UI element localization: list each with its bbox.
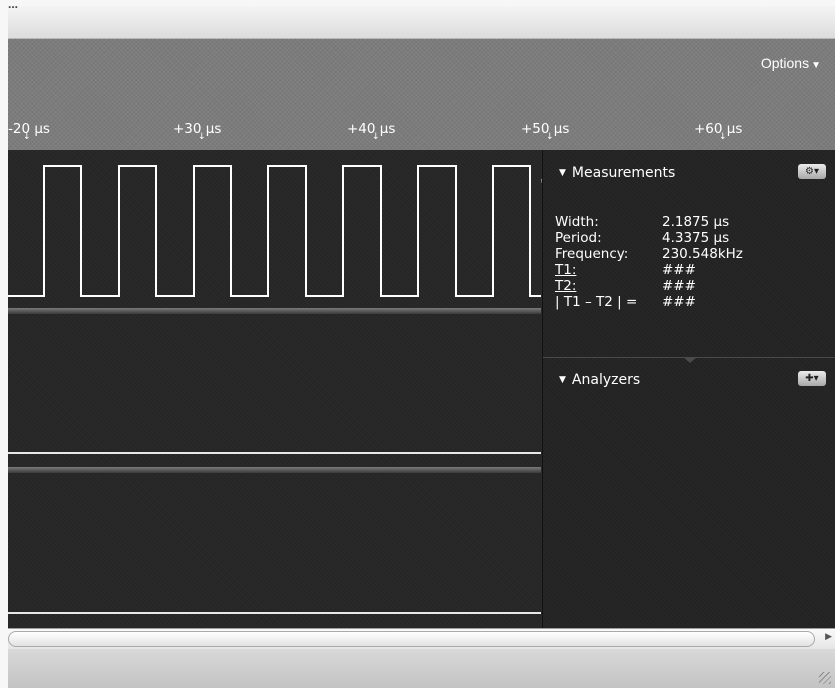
measurement-value: 4.3375 µs xyxy=(662,230,730,246)
horizontal-scrollbar[interactable]: ▶ xyxy=(8,628,835,650)
measurements-title: Measurements xyxy=(571,165,676,181)
scroll-thumb[interactable] xyxy=(8,631,815,647)
options-label: Options xyxy=(760,55,810,71)
channel-2-trace xyxy=(8,612,541,614)
measurement-label: Width: xyxy=(555,214,599,230)
channel-separator xyxy=(8,467,541,473)
tick-arrow-icon: ↓ xyxy=(198,132,206,142)
measurement-label: | T1 – T2 | = xyxy=(555,294,638,310)
t2-link[interactable]: T2: xyxy=(555,278,576,294)
options-button[interactable]: Options ▼ xyxy=(761,55,821,71)
tick-arrow-icon: ↓ xyxy=(372,132,380,142)
tick-arrow-icon: ↓ xyxy=(546,132,554,142)
waveform-plot[interactable] xyxy=(8,150,541,628)
side-panel: ▼ Measurements ⚙▾ Width: 2.1875 µs Period… xyxy=(542,150,835,628)
options-caret-icon: ▼ xyxy=(811,60,821,71)
title-bar: ... xyxy=(8,6,835,39)
gear-icon: ⚙▾ xyxy=(805,166,819,177)
window-title: ... xyxy=(8,6,18,11)
measurement-label: Frequency: xyxy=(555,246,629,262)
divider-notch xyxy=(683,357,697,363)
measurement-value: ### xyxy=(662,262,696,278)
channel-1-trace xyxy=(8,452,541,454)
measurements-settings-button[interactable]: ⚙▾ xyxy=(798,164,826,179)
measurement-label: Period: xyxy=(555,230,602,246)
plus-icon: ✚▾ xyxy=(805,373,819,384)
scroll-right-arrow-icon[interactable]: ▶ xyxy=(825,632,832,642)
channel-0-waveform xyxy=(8,165,541,297)
timeline-header: Options ▼ -20 µs ↓ +30 µs ↓ +40 µs ↓ +50 … xyxy=(8,39,835,183)
analyzers-title: Analyzers xyxy=(571,372,641,388)
bottom-bar xyxy=(8,649,835,688)
measurement-value: 2.1875 µs xyxy=(662,214,730,230)
app-window: ... Options▼ -20 µs ↓ +30 µs ↓ +40 µs ↓ … xyxy=(8,6,835,688)
measurements-header[interactable]: ▼ Measurements xyxy=(559,165,675,181)
resize-grip-icon[interactable] xyxy=(819,672,831,684)
channel-separator xyxy=(8,308,541,314)
measurement-value: ### xyxy=(662,278,696,294)
disclosure-triangle-icon: ▼ xyxy=(559,168,566,178)
measurement-value: ### xyxy=(662,294,696,310)
t1-link[interactable]: T1: xyxy=(555,262,576,278)
tick-arrow-icon: ↓ xyxy=(719,132,727,142)
measurement-value: 230.548kHz xyxy=(662,246,743,262)
add-analyzer-button[interactable]: ✚▾ xyxy=(798,371,826,386)
disclosure-triangle-icon: ▼ xyxy=(559,375,566,385)
tick-arrow-icon: ↓ xyxy=(23,132,31,142)
square-wave-trace xyxy=(8,165,541,297)
analyzers-header[interactable]: ▼ Analyzers xyxy=(559,372,640,388)
